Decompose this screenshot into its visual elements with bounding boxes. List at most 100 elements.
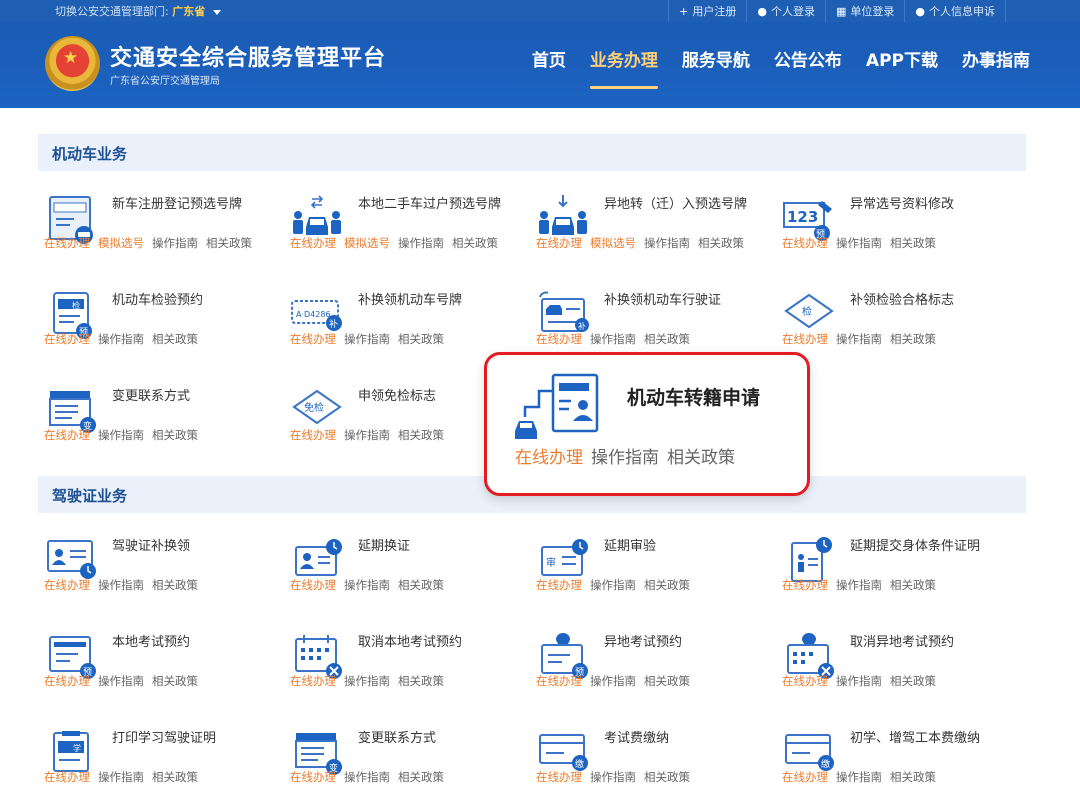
online-link[interactable]: 在线办理 [536, 236, 582, 250]
guide-link[interactable]: 操作指南 [590, 332, 636, 346]
online-link[interactable]: 在线办理 [782, 236, 828, 250]
guide-link[interactable]: 操作指南 [344, 428, 390, 442]
nav-business[interactable]: 业务办理 [589, 46, 658, 89]
guide-link[interactable]: 操作指南 [590, 578, 636, 592]
nav-app-download[interactable]: APP下载 [866, 46, 938, 89]
service-title[interactable]: 打印学习驾驶证明 [112, 729, 260, 749]
guide-link[interactable]: 操作指南 [98, 770, 144, 784]
service-title[interactable]: 补领检验合格标志 [850, 291, 998, 311]
policy-link[interactable]: 相关政策 [452, 236, 498, 250]
service-title[interactable]: 变更联系方式 [112, 387, 260, 407]
online-link[interactable]: 在线办理 [290, 428, 336, 442]
service-title[interactable]: 初学、增驾工本费缴纳 [850, 729, 998, 749]
online-link[interactable]: 在线办理 [290, 578, 336, 592]
policy-link[interactable]: 相关政策 [152, 770, 198, 784]
region-switcher[interactable]: 切换公安交通管理部门: 广东省 [55, 3, 221, 19]
guide-link[interactable]: 操作指南 [590, 674, 636, 688]
service-title[interactable]: 变更联系方式 [358, 729, 506, 749]
guide-link[interactable]: 操作指南 [344, 770, 390, 784]
guide-link[interactable]: 操作指南 [98, 674, 144, 688]
guide-link[interactable]: 操作指南 [836, 236, 882, 250]
guide-link[interactable]: 操作指南 [591, 448, 659, 468]
online-link[interactable]: 在线办理 [536, 770, 582, 784]
policy-link[interactable]: 相关政策 [152, 428, 198, 442]
policy-link[interactable]: 相关政策 [398, 332, 444, 346]
personal-login-link[interactable]: ● 个人登录 [746, 0, 825, 22]
policy-link[interactable]: 相关政策 [890, 674, 936, 688]
region-current[interactable]: 广东省 [172, 5, 205, 18]
policy-link[interactable]: 相关政策 [890, 578, 936, 592]
online-link[interactable]: 在线办理 [536, 674, 582, 688]
service-title[interactable]: 本地考试预约 [112, 633, 260, 653]
policy-link[interactable]: 相关政策 [644, 578, 690, 592]
service-title[interactable]: 取消异地考试预约 [850, 633, 998, 653]
guide-link[interactable]: 操作指南 [98, 428, 144, 442]
online-link[interactable]: 在线办理 [44, 428, 90, 442]
policy-link[interactable]: 相关政策 [667, 448, 735, 468]
online-link[interactable]: 在线办理 [290, 236, 336, 250]
guide-link[interactable]: 操作指南 [398, 236, 444, 250]
online-link[interactable]: 在线办理 [536, 332, 582, 346]
nav-handling-guide[interactable]: 办事指南 [962, 46, 1030, 89]
online-link[interactable]: 在线办理 [515, 448, 583, 468]
nav-service-guide[interactable]: 服务导航 [682, 46, 750, 89]
policy-link[interactable]: 相关政策 [152, 332, 198, 346]
vehicle-transfer-highlight-card[interactable]: 机动车转籍申请 在线办理 操作指南 相关政策 [484, 352, 810, 496]
service-title[interactable]: 延期换证 [358, 537, 506, 557]
service-title[interactable]: 延期审验 [604, 537, 752, 557]
guide-link[interactable]: 操作指南 [590, 770, 636, 784]
policy-link[interactable]: 相关政策 [890, 236, 936, 250]
service-title[interactable]: 本地二手车过户预选号牌 [358, 195, 506, 215]
service-title[interactable]: 延期提交身体条件证明 [850, 537, 998, 557]
popup-title[interactable]: 机动车转籍申请 [627, 383, 760, 410]
policy-link[interactable]: 相关政策 [644, 674, 690, 688]
policy-link[interactable]: 相关政策 [890, 770, 936, 784]
online-link[interactable]: 在线办理 [290, 332, 336, 346]
sim-select-link[interactable]: 模拟选号 [590, 236, 636, 250]
caret-down-icon[interactable] [212, 9, 221, 15]
policy-link[interactable]: 相关政策 [644, 332, 690, 346]
guide-link[interactable]: 操作指南 [344, 332, 390, 346]
nav-announcements[interactable]: 公告公布 [774, 46, 842, 89]
online-link[interactable]: 在线办理 [536, 578, 582, 592]
sim-select-link[interactable]: 模拟选号 [98, 236, 144, 250]
service-title[interactable]: 考试费缴纳 [604, 729, 752, 749]
service-title[interactable]: 异常选号资料修改 [850, 195, 998, 215]
guide-link[interactable]: 操作指南 [644, 236, 690, 250]
policy-link[interactable]: 相关政策 [152, 674, 198, 688]
online-link[interactable]: 在线办理 [290, 674, 336, 688]
service-title[interactable]: 异地考试预约 [604, 633, 752, 653]
online-link[interactable]: 在线办理 [290, 770, 336, 784]
police-emblem-logo[interactable]: ★ [45, 36, 100, 91]
sim-select-link[interactable]: 模拟选号 [344, 236, 390, 250]
policy-link[interactable]: 相关政策 [398, 578, 444, 592]
online-link[interactable]: 在线办理 [782, 770, 828, 784]
register-link[interactable]: + 用户注册 [668, 0, 746, 22]
online-link[interactable]: 在线办理 [44, 770, 90, 784]
policy-link[interactable]: 相关政策 [644, 770, 690, 784]
online-link[interactable]: 在线办理 [782, 674, 828, 688]
service-title[interactable]: 取消本地考试预约 [358, 633, 506, 653]
guide-link[interactable]: 操作指南 [344, 674, 390, 688]
nav-home[interactable]: 首页 [532, 46, 566, 89]
site-title[interactable]: 交通安全综合服务管理平台 [110, 40, 386, 72]
service-title[interactable]: 驾驶证补换领 [112, 537, 260, 557]
service-title[interactable]: 机动车检验预约 [112, 291, 260, 311]
policy-link[interactable]: 相关政策 [152, 578, 198, 592]
policy-link[interactable]: 相关政策 [206, 236, 252, 250]
service-title[interactable]: 异地转（迁）入预选号牌 [604, 195, 752, 215]
online-link[interactable]: 在线办理 [44, 674, 90, 688]
guide-link[interactable]: 操作指南 [836, 332, 882, 346]
guide-link[interactable]: 操作指南 [836, 674, 882, 688]
company-login-link[interactable]: ▦ 单位登录 [824, 0, 904, 22]
online-link[interactable]: 在线办理 [782, 332, 828, 346]
service-title[interactable]: 新车注册登记预选号牌 [112, 195, 260, 215]
guide-link[interactable]: 操作指南 [836, 770, 882, 784]
online-link[interactable]: 在线办理 [44, 332, 90, 346]
policy-link[interactable]: 相关政策 [398, 674, 444, 688]
appeal-link[interactable]: ● 个人信息申诉 [904, 0, 1006, 22]
online-link[interactable]: 在线办理 [782, 578, 828, 592]
service-title[interactable]: 补换领机动车号牌 [358, 291, 506, 311]
online-link[interactable]: 在线办理 [44, 578, 90, 592]
online-link[interactable]: 在线办理 [44, 236, 90, 250]
